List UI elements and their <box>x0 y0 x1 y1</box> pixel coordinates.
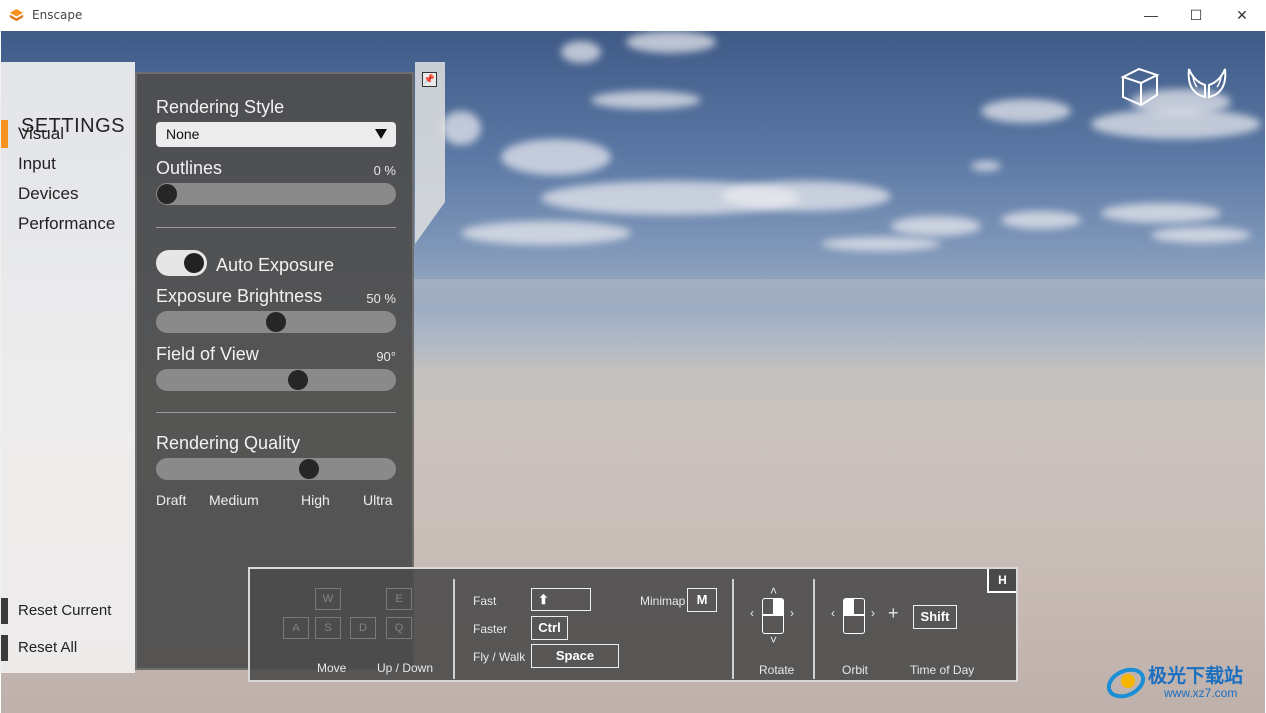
controls-help-overlay: H W E A S D Q Move Up / Down Fast ⬆ Fast… <box>248 567 1018 682</box>
watermark-logo: 极光下载站 www.xz7.com <box>1104 659 1264 709</box>
fly-walk-label: Fly / Walk <box>473 650 526 664</box>
mouse-icon <box>762 598 784 634</box>
orbit-label: Orbit <box>842 663 869 677</box>
dropdown-arrow-icon <box>375 129 387 139</box>
rendering-quality-slider[interactable] <box>156 458 396 480</box>
fly-mode-wings-icon[interactable] <box>1185 65 1229 101</box>
field-of-view-label: Field of View <box>156 344 259 364</box>
divider <box>156 227 396 228</box>
exposure-brightness-label: Exposure Brightness <box>156 286 323 306</box>
key-e: E <box>386 588 412 610</box>
key-shift: Shift <box>913 605 957 629</box>
hide-help-key[interactable]: H <box>987 569 1016 593</box>
rendering-quality-label: Rendering Quality <box>156 433 301 453</box>
watermark-brand: 极光下载站 <box>1148 665 1244 687</box>
outlines-value: 0 % <box>373 163 396 178</box>
sidebar-item-label: Performance <box>18 214 116 233</box>
key-q: Q <box>386 617 412 639</box>
maximize-button[interactable]: ☐ <box>1173 0 1219 31</box>
outlines-label: Outlines <box>156 158 223 178</box>
reset-all-button[interactable]: Reset All <box>0 635 135 661</box>
sidebar-item-label: Input <box>18 154 56 173</box>
sidebar-item-label: Devices <box>18 184 79 203</box>
quality-level-medium: Medium <box>209 492 259 508</box>
quality-level-draft: Draft <box>156 492 187 508</box>
quality-level-high: High <box>301 492 330 508</box>
minimap-label: Minimap <box>640 594 686 608</box>
window-title: Enscape <box>32 8 83 22</box>
rendering-style-dropdown[interactable]: None <box>156 122 396 147</box>
field-of-view-value: 90° <box>376 349 396 364</box>
key-d: D <box>350 617 376 639</box>
auto-exposure-toggle[interactable] <box>156 250 207 276</box>
key-shift-arrow: ⬆ <box>531 588 591 611</box>
rendering-style-label: Rendering Style <box>156 97 285 117</box>
watermark-logo-icon <box>1106 667 1146 699</box>
active-indicator <box>1 120 8 148</box>
sidebar-item-label: Visual <box>18 124 64 143</box>
field-of-view-slider[interactable] <box>156 369 396 391</box>
faster-label: Faster <box>473 622 508 636</box>
cube-view-icon[interactable] <box>1119 65 1161 107</box>
mouse-icon <box>843 598 865 634</box>
sidebar-item-input[interactable]: Input <box>0 150 135 178</box>
slider-knob[interactable] <box>298 459 319 479</box>
minimize-button[interactable]: — <box>1128 0 1174 31</box>
move-label: Move <box>317 661 347 675</box>
sidebar-item-visual[interactable]: Visual <box>0 120 135 148</box>
key-a: A <box>283 617 309 639</box>
slider-knob[interactable] <box>157 184 177 204</box>
sidebar-item-performance[interactable]: Performance <box>0 210 135 238</box>
divider <box>732 579 734 679</box>
outlines-slider[interactable] <box>156 183 396 205</box>
key-ctrl: Ctrl <box>531 616 568 640</box>
divider <box>453 579 455 679</box>
reset-current-button[interactable]: Reset Current <box>0 598 135 624</box>
rotate-label: Rotate <box>759 663 795 677</box>
title-bar: Enscape — ☐ ✕ <box>0 0 1266 32</box>
key-w: W <box>315 588 341 610</box>
panel-edge <box>415 62 445 244</box>
slider-knob[interactable] <box>287 370 308 390</box>
rendering-style-value: None <box>166 126 200 142</box>
divider <box>156 412 396 413</box>
close-button[interactable]: ✕ <box>1219 0 1265 31</box>
watermark-url: www.xz7.com <box>1164 686 1238 700</box>
plus-sign: + <box>888 603 899 623</box>
slider-knob[interactable] <box>266 312 286 332</box>
quality-level-ultra: Ultra <box>363 492 393 508</box>
key-m: M <box>687 588 717 612</box>
key-s: S <box>315 617 341 639</box>
exposure-brightness-slider[interactable] <box>156 311 396 333</box>
enscape-logo-icon <box>9 8 24 22</box>
up-down-label: Up / Down <box>377 661 434 675</box>
exposure-brightness-value: 50 % <box>366 291 396 306</box>
fast-label: Fast <box>473 594 497 608</box>
key-space: Space <box>531 644 619 668</box>
sidebar-item-devices[interactable]: Devices <box>0 180 135 208</box>
auto-exposure-label: Auto Exposure <box>216 255 335 275</box>
divider <box>813 579 815 679</box>
pin-icon[interactable]: 📌 <box>422 72 437 87</box>
time-of-day-label: Time of Day <box>910 663 975 677</box>
